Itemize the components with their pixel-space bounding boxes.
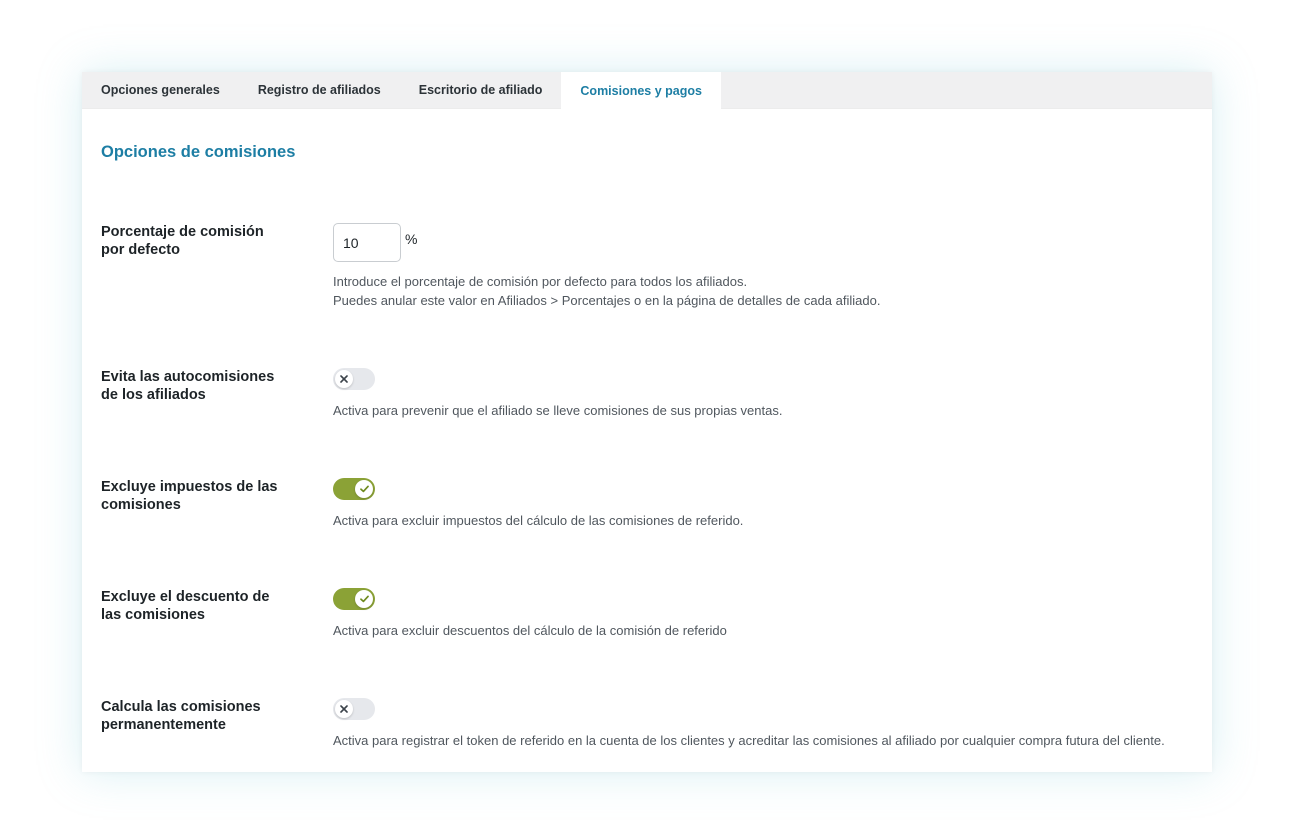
setting-label: Excluye impuestos de las comisiones [101,479,278,513]
tab-commissions-payments[interactable]: Comisiones y pagos [561,72,721,109]
tab-affiliate-registration[interactable]: Registro de afiliados [239,72,400,108]
setting-label: Evita las autocomisiones de los afiliado… [101,369,275,403]
tab-affiliate-dashboard[interactable]: Escritorio de afiliado [400,72,562,108]
exclude-taxes-toggle[interactable] [333,478,375,500]
section-title: Opciones de comisiones [101,143,296,161]
setting-description: Activa para excluir descuentos del cálcu… [333,623,727,638]
close-icon [335,700,353,718]
setting-description: Activa para excluir impuestos del cálcul… [333,513,744,528]
settings-panel: Opciones generales Registro de afiliados… [82,72,1212,772]
permanent-commissions-toggle[interactable] [333,698,375,720]
commission-rate-input[interactable] [333,223,401,262]
check-icon [355,480,373,498]
tab-general-options[interactable]: Opciones generales [82,72,239,108]
setting-label: Calcula las comisiones permanentemente [101,699,261,733]
self-commission-toggle[interactable] [333,368,375,390]
tab-bar: Opciones generales Registro de afiliados… [82,72,1212,109]
setting-description: Activa para prevenir que el afiliado se … [333,403,783,418]
check-icon [355,590,373,608]
setting-description-line-2: Puedes anular este valor en Afiliados > … [333,293,881,308]
exclude-discounts-toggle[interactable] [333,588,375,610]
setting-description-line-1: Introduce el porcentaje de comisión por … [333,274,748,289]
setting-description: Activa para registrar el token de referi… [333,733,1165,748]
setting-label: Porcentaje de comisión por defecto [101,224,264,258]
close-icon [335,370,353,388]
percent-unit: % [405,231,418,247]
setting-label: Excluye el descuento de las comisiones [101,589,270,623]
rate-control: % [333,223,417,262]
